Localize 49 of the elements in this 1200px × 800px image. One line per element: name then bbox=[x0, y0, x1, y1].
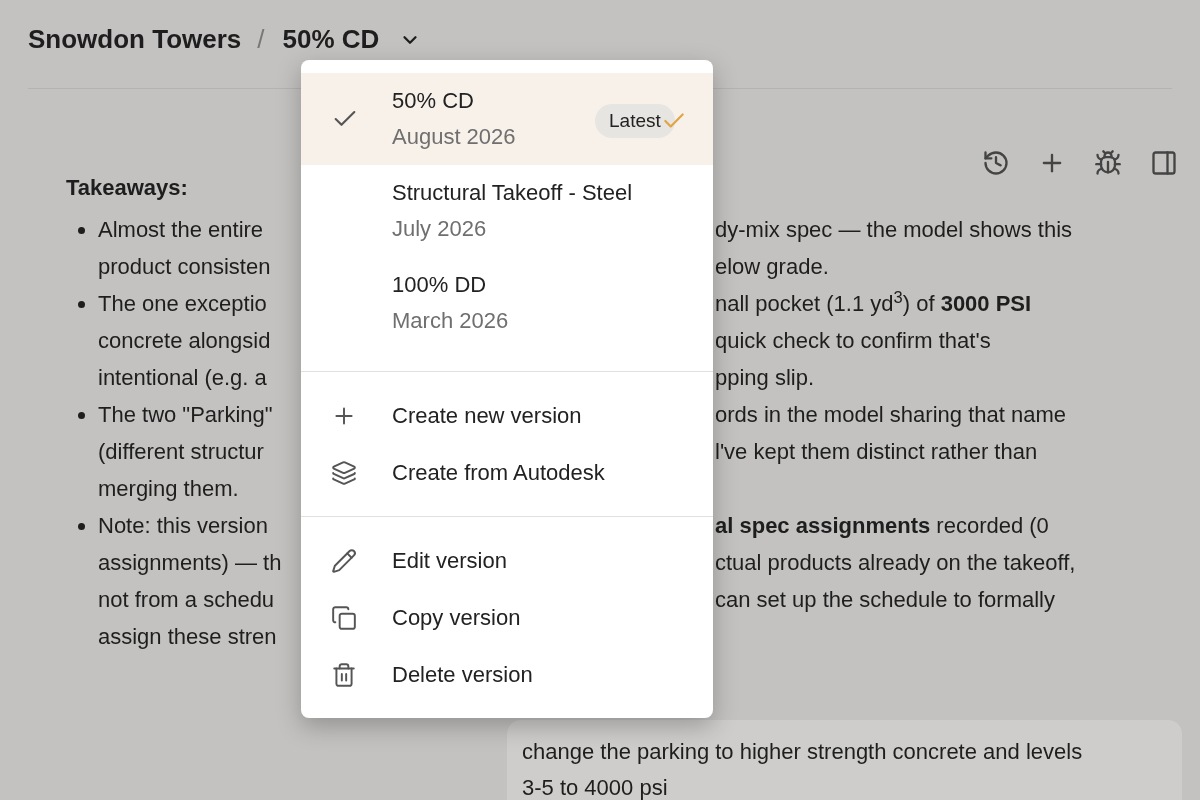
menu-item[interactable]: Delete version bbox=[301, 646, 713, 703]
pencil-icon bbox=[331, 547, 357, 574]
menu-item[interactable]: Edit version bbox=[301, 532, 713, 589]
menu-item[interactable]: Create new version bbox=[301, 387, 713, 444]
body-text: pping slip. bbox=[715, 364, 815, 392]
version-option[interactable]: Structural Takeoff - Steel July 2026 bbox=[301, 165, 713, 257]
history-icon[interactable] bbox=[982, 149, 1010, 177]
body-text: ords in the model sharing that name bbox=[715, 401, 1066, 429]
menu-item[interactable]: Copy version bbox=[301, 589, 713, 646]
body-text: not from a schedu bbox=[98, 586, 276, 614]
body-text: Almost the entire bbox=[98, 216, 265, 244]
body-text: assignments) — th bbox=[98, 549, 283, 577]
body-text: intentional (e.g. a bbox=[98, 364, 268, 392]
body-text: can set up the schedule to formally bbox=[715, 586, 1055, 614]
layers-icon bbox=[331, 459, 357, 486]
body-text: concrete alongsid bbox=[98, 327, 272, 355]
body-text: product consisten bbox=[98, 253, 272, 281]
latest-badge: Latest bbox=[595, 104, 675, 138]
body-text: Note: this version bbox=[98, 512, 269, 540]
menu-item[interactable]: Create from Autodesk bbox=[301, 444, 713, 501]
project-name[interactable]: Snowdon Towers bbox=[28, 20, 242, 59]
version-title: Structural Takeoff - Steel bbox=[392, 179, 633, 207]
body-text: ctual products already on the takeoff, bbox=[715, 549, 1076, 577]
body-text: quick check to confirm that's bbox=[715, 327, 991, 355]
version-title: 50% CD bbox=[392, 87, 475, 115]
body-text: merging them. bbox=[98, 475, 240, 503]
body-text: assign these stren bbox=[98, 623, 278, 651]
version-date: March 2026 bbox=[392, 307, 509, 335]
version-dropdown[interactable]: 50% CD bbox=[282, 20, 422, 59]
bug-icon[interactable] bbox=[1094, 149, 1122, 177]
version-date: July 2026 bbox=[392, 215, 488, 243]
body-text: nall pocket (1.1 yd$^{3}$) of 3000 PSI bbox=[715, 286, 1032, 318]
chat-bubble: change the parking to higher strength concrete and levels 3-5 to 4000 psi bbox=[507, 720, 1182, 800]
version-title: 100% DD bbox=[392, 271, 488, 299]
body-text: elow grade. bbox=[715, 253, 829, 281]
section-heading: Takeaways: bbox=[66, 175, 188, 200]
body-text: (different structur bbox=[98, 438, 265, 466]
version-option[interactable]: 100% DD March 2026 bbox=[301, 257, 713, 349]
body-text: dy-mix spec — the model shows this bbox=[715, 216, 1073, 244]
body-text: The two "Parking" bbox=[98, 401, 274, 429]
trash-icon bbox=[331, 661, 357, 688]
breadcrumb-separator: / bbox=[257, 23, 265, 56]
sidebar-toggle-icon[interactable] bbox=[1150, 149, 1178, 177]
version-option[interactable]: 50% CD August 2026 Latest bbox=[301, 73, 713, 165]
body-text: l've kept them distinct rather than bbox=[715, 438, 1038, 466]
copy-icon bbox=[331, 604, 357, 631]
body-text: al spec assignments recorded (0 bbox=[715, 512, 1049, 540]
version-date: August 2026 bbox=[392, 123, 516, 151]
body-text: The one exceptio bbox=[98, 290, 268, 318]
